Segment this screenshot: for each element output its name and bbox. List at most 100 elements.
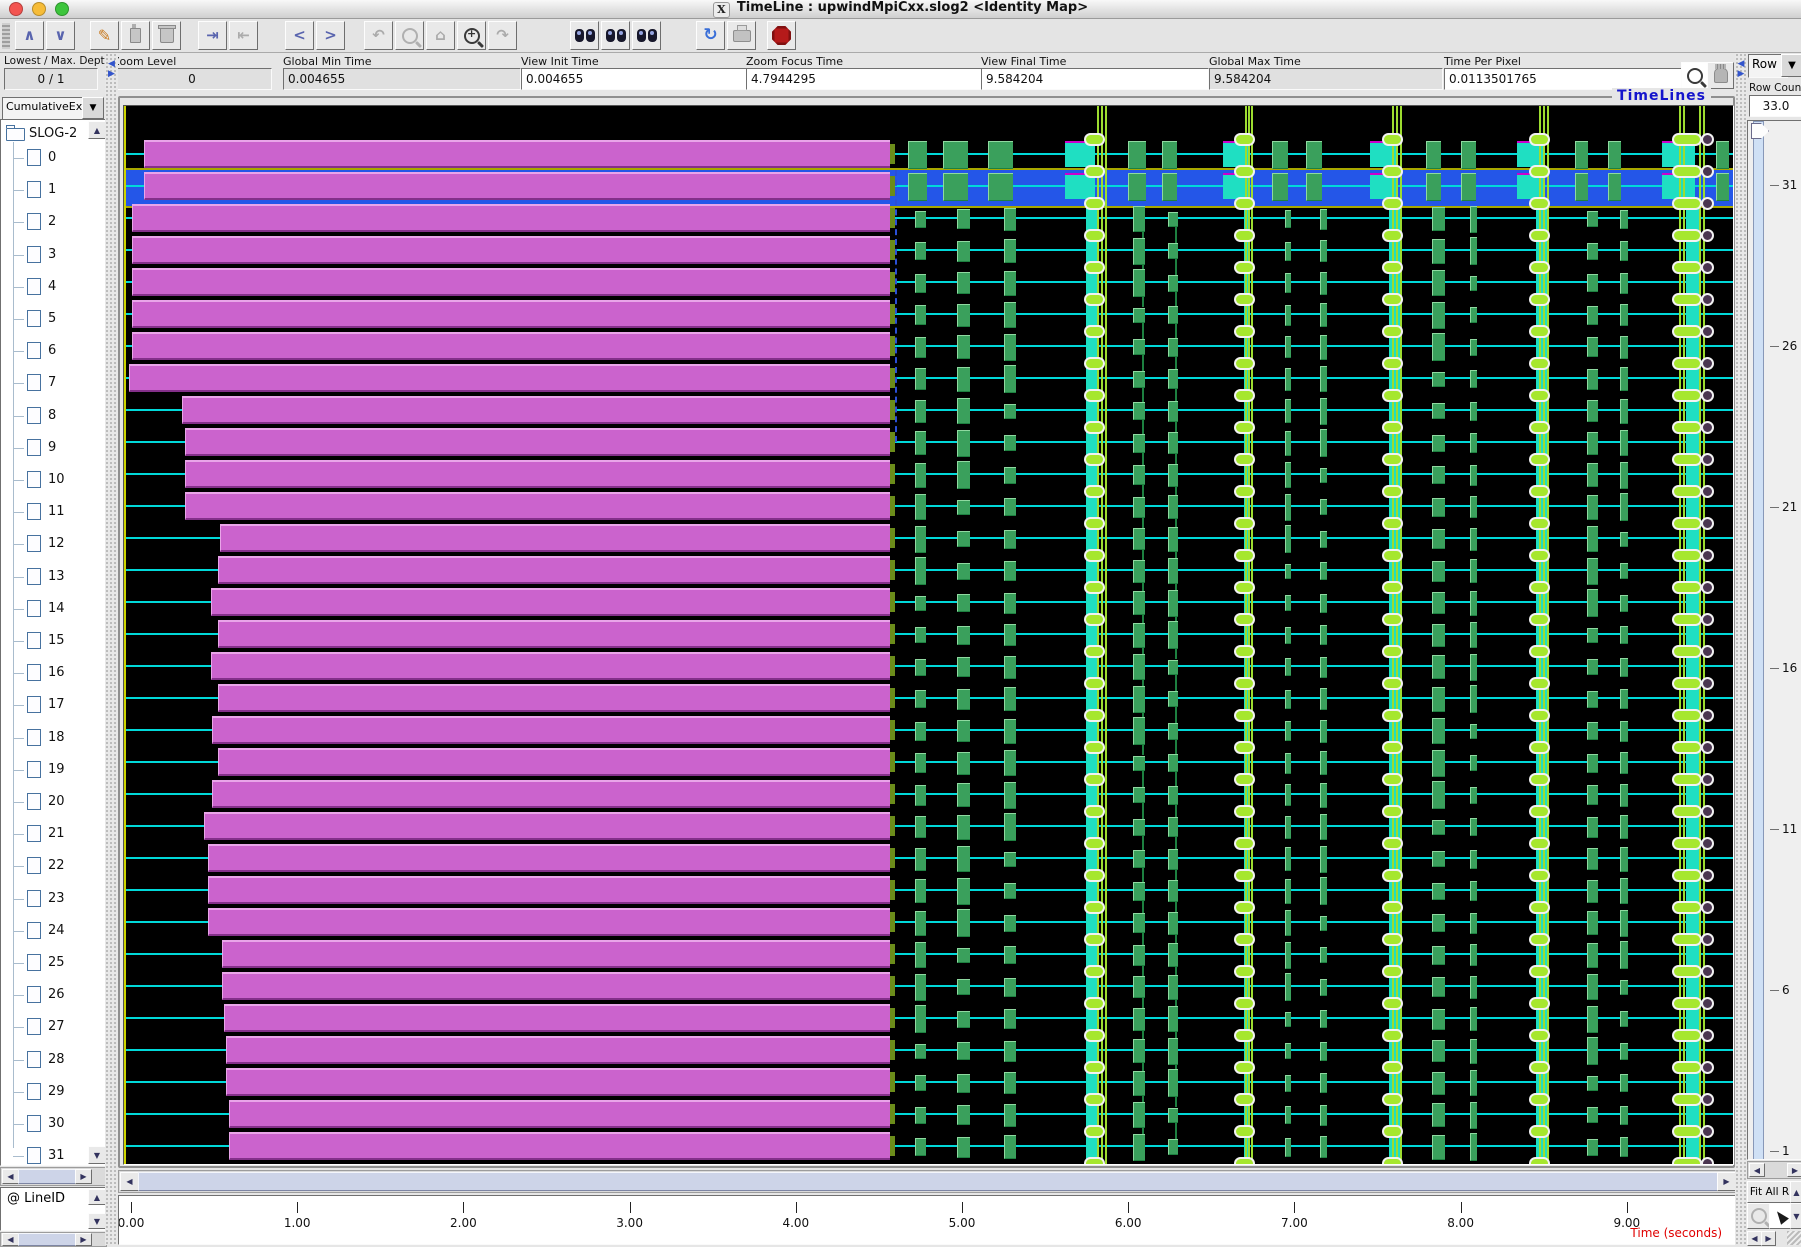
tree-item-6[interactable]: 6 xyxy=(1,341,106,363)
state-bar-compute[interactable] xyxy=(1320,366,1327,392)
state-bar-compute[interactable] xyxy=(1133,528,1145,550)
state-bar-init[interactable] xyxy=(144,140,890,168)
state-bar-compute[interactable] xyxy=(1587,526,1598,552)
state-bar-compute[interactable] xyxy=(1168,464,1178,487)
state-bar-compute[interactable] xyxy=(1320,720,1327,743)
field-value-view-init-time[interactable]: 0.004655 xyxy=(521,68,747,90)
state-bar-compute[interactable] xyxy=(1432,718,1445,744)
state-bar-compute[interactable] xyxy=(1320,240,1327,262)
state-bar-compute[interactable] xyxy=(915,974,926,1001)
state-bar-compute[interactable] xyxy=(1587,691,1598,708)
state-bar-compute[interactable] xyxy=(1168,817,1178,837)
state-bar-compute[interactable] xyxy=(1432,529,1445,549)
state-bar-compute[interactable] xyxy=(1587,211,1598,227)
state-bar-compute[interactable] xyxy=(1306,141,1322,169)
state-bar-compute[interactable] xyxy=(957,1042,970,1060)
state-bar-compute[interactable] xyxy=(1620,878,1628,904)
state-bar-compute[interactable] xyxy=(1432,239,1445,264)
state-bar-compute[interactable] xyxy=(1432,914,1445,932)
state-bar-compute[interactable] xyxy=(957,657,970,677)
state-bar-compute[interactable] xyxy=(1620,1074,1628,1092)
state-bar-compute[interactable] xyxy=(1432,466,1445,484)
state-bar-compute[interactable] xyxy=(915,463,926,488)
state-bar-compute[interactable] xyxy=(1133,623,1145,648)
state-bar-compute[interactable] xyxy=(1285,721,1291,741)
tree-item-13[interactable]: 13 xyxy=(1,567,106,589)
state-bar-compute[interactable] xyxy=(1168,306,1178,324)
state-bar-compute[interactable] xyxy=(957,461,970,489)
state-bar-compute[interactable] xyxy=(1620,658,1628,677)
state-bar-compute[interactable] xyxy=(1587,400,1598,422)
state-bar-compute[interactable] xyxy=(1004,435,1016,451)
state-bar-compute[interactable] xyxy=(915,211,926,228)
state-bar-compute[interactable] xyxy=(1587,722,1598,740)
state-bar-compute[interactable] xyxy=(1432,1135,1445,1160)
state-bar-compute[interactable] xyxy=(1168,1108,1178,1123)
state-bar-init[interactable] xyxy=(229,1132,890,1160)
state-bar-compute[interactable] xyxy=(1168,369,1178,389)
tree-item-27[interactable]: 27 xyxy=(1,1017,106,1039)
state-bar-compute[interactable] xyxy=(1620,689,1628,709)
state-bar-compute[interactable] xyxy=(957,1011,970,1028)
state-bar-compute[interactable] xyxy=(915,785,926,806)
state-bar-compute[interactable] xyxy=(1432,372,1445,387)
state-bar-compute[interactable] xyxy=(915,1044,926,1059)
state-bar-compute[interactable] xyxy=(1426,173,1441,201)
state-bar-init[interactable] xyxy=(218,620,890,648)
state-bar-compute[interactable] xyxy=(957,500,970,515)
state-bar-compute[interactable] xyxy=(1620,462,1628,489)
state-bar-compute[interactable] xyxy=(1133,945,1145,966)
state-bar-compute[interactable] xyxy=(1133,371,1145,388)
state-bar-compute[interactable] xyxy=(1168,786,1178,805)
state-bar-compute[interactable] xyxy=(1285,595,1291,611)
state-bar-compute[interactable] xyxy=(1470,433,1477,453)
state-bar-compute[interactable] xyxy=(1320,1136,1327,1158)
state-bar-compute[interactable] xyxy=(915,557,926,585)
state-bar-compute[interactable] xyxy=(957,241,970,262)
state-bar-compute[interactable] xyxy=(1285,525,1291,553)
state-bar-compute[interactable] xyxy=(1004,561,1016,581)
state-bar-compute[interactable] xyxy=(1004,750,1016,776)
state-bar-compute[interactable] xyxy=(1470,976,1477,999)
state-bar-compute[interactable] xyxy=(1432,655,1445,679)
state-bar-compute[interactable] xyxy=(915,242,926,260)
lineid-scroll-up-button[interactable]: ▲ xyxy=(88,1189,106,1205)
timeline-canvas[interactable] xyxy=(123,105,1734,1165)
state-bar-init[interactable] xyxy=(208,908,890,936)
state-bar-compute[interactable] xyxy=(1470,307,1477,323)
state-bar-compute[interactable] xyxy=(1470,559,1477,583)
tree-item-28[interactable]: 28 xyxy=(1,1050,106,1072)
state-bar-compute[interactable] xyxy=(1285,1138,1291,1157)
state-bar-compute[interactable] xyxy=(1587,659,1598,675)
state-bar-compute[interactable] xyxy=(1306,173,1322,201)
toolbar-refresh-button[interactable]: ↻ xyxy=(696,21,725,50)
state-bar-compute[interactable] xyxy=(1168,432,1178,454)
state-bar-compute[interactable] xyxy=(1320,209,1327,230)
state-bar-compute[interactable] xyxy=(1168,338,1178,357)
state-bar-compute[interactable] xyxy=(1133,465,1145,485)
state-bar-init[interactable] xyxy=(222,972,890,1000)
state-bar-compute[interactable] xyxy=(1620,815,1628,839)
state-bar-compute[interactable] xyxy=(1470,591,1477,616)
state-bar-compute[interactable] xyxy=(957,335,970,359)
state-bar-compute[interactable] xyxy=(1004,467,1016,484)
state-bar-compute[interactable] xyxy=(1470,206,1477,233)
tree-item-26[interactable]: 26 xyxy=(1,985,106,1007)
state-bar-compute[interactable] xyxy=(1133,1039,1145,1063)
state-bar-compute[interactable] xyxy=(1470,339,1477,356)
state-bar-compute[interactable] xyxy=(1587,589,1598,617)
state-bar-compute[interactable] xyxy=(1272,141,1288,169)
state-bar-compute[interactable] xyxy=(1587,463,1598,487)
state-bar-compute[interactable] xyxy=(915,753,926,773)
tree-scroll-left-button[interactable]: ◀ xyxy=(2,1169,19,1184)
state-bar-compute[interactable] xyxy=(1004,1009,1016,1029)
state-bar-init[interactable] xyxy=(218,684,890,712)
state-bar-compute[interactable] xyxy=(943,141,968,169)
state-bar-compute[interactable] xyxy=(1587,495,1598,520)
state-bar-compute[interactable] xyxy=(957,815,970,840)
tree-item-9[interactable]: 9 xyxy=(1,438,106,460)
state-bar-compute[interactable] xyxy=(915,400,926,423)
state-bar-compute[interactable] xyxy=(1587,848,1598,870)
axis-mode-dropdown-arrow[interactable]: ▼ xyxy=(1781,54,1801,77)
state-bar-compute[interactable] xyxy=(1168,621,1178,649)
